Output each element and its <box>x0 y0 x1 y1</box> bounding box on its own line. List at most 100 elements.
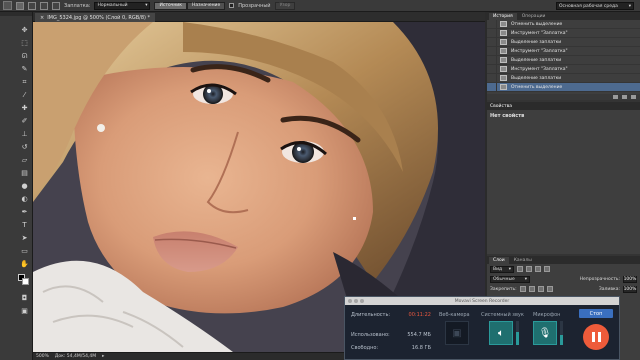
history-footer <box>487 94 640 100</box>
patch-mode-select[interactable]: Нормальный ▾ <box>94 1 151 10</box>
history-item[interactable]: Выделение заплатки <box>487 55 640 65</box>
layers-blend-row: Обычные ▾ Непрозрачность: 100% <box>487 274 640 284</box>
history-item[interactable]: Выделение заплатки <box>487 73 640 83</box>
path-select-tool-icon[interactable]: ➤ <box>20 234 29 243</box>
gradient-tool-icon[interactable]: ▤ <box>20 169 29 178</box>
camera-icon[interactable] <box>622 95 627 99</box>
minimize-dot-icon[interactable] <box>354 299 358 303</box>
move-tool-icon[interactable]: ✥ <box>20 26 29 35</box>
brush-tool-icon[interactable]: ✐ <box>20 117 29 126</box>
lock-transparency-icon[interactable] <box>519 286 526 292</box>
source-button[interactable]: Источник <box>154 1 187 10</box>
filter-shape-icon[interactable] <box>544 266 550 272</box>
new-selection-icon[interactable] <box>16 1 24 10</box>
screen-mode-icon[interactable]: ▣ <box>20 307 29 316</box>
history-item[interactable]: Инструмент "Заплатка" <box>487 46 640 56</box>
blur-tool-icon[interactable]: ● <box>20 182 29 191</box>
tab-channels[interactable]: Каналы <box>509 257 536 264</box>
chevron-right-icon[interactable]: ▸ <box>102 354 104 359</box>
tab-actions[interactable]: Операции <box>517 13 550 20</box>
chevron-down-icon: ▾ <box>628 3 631 9</box>
target-button[interactable]: Назначение <box>186 1 226 10</box>
system-sound-volume-slider[interactable] <box>516 321 519 345</box>
shape-tool-icon[interactable]: ▭ <box>20 247 29 256</box>
history-panel: История Операции Отменить выделение Инст… <box>487 12 640 100</box>
transparent-label: Прозрачный <box>238 2 271 9</box>
system-sound-toggle[interactable]: 🔈︎ <box>489 321 513 345</box>
lock-position-icon[interactable] <box>537 286 544 292</box>
history-item[interactable]: Отменить выделение <box>487 19 640 29</box>
filter-type-icon[interactable] <box>535 266 541 272</box>
chevron-down-icon: ▾ <box>524 276 527 282</box>
dodge-tool-icon[interactable]: ◐ <box>20 195 29 204</box>
microphone-volume-slider[interactable] <box>560 321 563 345</box>
eraser-tool-icon[interactable]: ▱ <box>20 156 29 165</box>
workspace-select[interactable]: Основная рабочая среда ▾ <box>556 2 634 10</box>
chevron-down-icon: ▾ <box>145 3 148 8</box>
webcam-toggle[interactable]: ▣ <box>445 321 469 345</box>
close-dot-icon[interactable] <box>348 299 352 303</box>
transparent-checkbox[interactable] <box>229 3 235 8</box>
filter-adjustment-icon[interactable] <box>526 266 532 272</box>
duration-value: 00:11:22 <box>408 312 431 318</box>
type-tool-icon[interactable]: T <box>20 221 29 230</box>
blend-mode-select[interactable]: Обычные ▾ <box>490 275 530 283</box>
toolbar-grip[interactable] <box>0 12 32 16</box>
eyedropper-tool-icon[interactable]: ⁄ <box>20 91 29 100</box>
history-step-icon <box>500 75 507 81</box>
tab-layers[interactable]: Слои <box>489 257 509 264</box>
patch-label: Заплатка: <box>64 2 91 9</box>
patch-tool-icon[interactable] <box>3 1 12 10</box>
use-pattern-button[interactable]: Узор <box>274 1 296 10</box>
webcam-icon: ▣ <box>452 327 462 339</box>
screen-recorder-window: Movavi Screen Recorder Длительность: 00:… <box>344 296 620 360</box>
layers-filter-row: Вид ▾ <box>487 264 640 274</box>
marquee-tool-icon[interactable]: ⬚ <box>20 39 29 48</box>
pause-icon-bar-left <box>591 332 595 342</box>
filter-image-icon[interactable] <box>517 266 523 272</box>
microphone-toggle[interactable]: 🎙︎ <box>533 321 557 345</box>
history-item-selected[interactable]: Отменить выделение <box>487 82 640 92</box>
trash-icon[interactable] <box>631 95 636 99</box>
healing-brush-tool-icon[interactable]: ✚ <box>20 104 29 113</box>
webcam-label: Веб-камера <box>439 312 470 318</box>
layer-kind-select[interactable]: Вид ▾ <box>490 265 514 273</box>
subtract-selection-icon[interactable] <box>40 1 48 10</box>
pause-button[interactable] <box>583 324 609 350</box>
recorder-titlebar[interactable]: Movavi Screen Recorder <box>345 297 619 305</box>
stop-button[interactable]: Стоп <box>579 309 613 318</box>
history-step-icon <box>500 84 507 90</box>
intersect-selection-icon[interactable] <box>52 1 60 10</box>
pause-icon-bar-right <box>597 332 601 342</box>
document-tab[interactable]: × IMG_5324.jpg @ 500% (Слой 0, RGB/8) * <box>35 13 156 22</box>
quick-mask-icon[interactable]: ◘ <box>20 294 29 303</box>
history-step-icon <box>500 30 507 36</box>
background-color-swatch[interactable] <box>22 278 29 285</box>
zoom-dot-icon[interactable] <box>360 299 364 303</box>
crop-tool-icon[interactable]: ⌗ <box>20 78 29 87</box>
lock-all-icon[interactable] <box>546 286 553 292</box>
lasso-tool-icon[interactable]: ᘏ <box>20 52 29 61</box>
clone-stamp-tool-icon[interactable]: ⊥ <box>20 130 29 139</box>
lock-pixels-icon[interactable] <box>528 286 535 292</box>
system-sound-label: Системный звук <box>481 312 524 318</box>
pen-tool-icon[interactable]: ✒ <box>20 208 29 217</box>
quick-select-tool-icon[interactable]: ✎ <box>20 65 29 74</box>
history-item[interactable]: Инструмент "Заплатка" <box>487 64 640 74</box>
add-selection-icon[interactable] <box>28 1 36 10</box>
duration-label: Длительность: <box>351 312 391 318</box>
opacity-field[interactable]: 100% <box>623 275 637 283</box>
doc-info: Док: 54,4M/54,4M <box>54 354 97 359</box>
new-document-icon[interactable] <box>613 95 618 99</box>
history-item[interactable]: Инструмент "Заплатка" <box>487 28 640 38</box>
close-icon[interactable]: × <box>40 15 44 21</box>
history-item[interactable]: Выделение заплатки <box>487 37 640 47</box>
zoom-level[interactable]: 500% <box>36 354 49 359</box>
tools-panel: ✥ ⬚ ᘏ ✎ ⌗ ⁄ ✚ ✐ ⊥ ↺ ▱ ▤ ● ◐ ✒ T ➤ ▭ ✋ ◘ … <box>0 12 33 360</box>
hand-tool-icon[interactable]: ✋ <box>20 260 29 269</box>
properties-title[interactable]: Свойства <box>487 102 640 110</box>
history-brush-tool-icon[interactable]: ↺ <box>20 143 29 152</box>
history-step-icon <box>500 21 507 27</box>
recorder-title: Movavi Screen Recorder <box>454 298 510 304</box>
fill-field[interactable]: 100% <box>623 285 637 293</box>
